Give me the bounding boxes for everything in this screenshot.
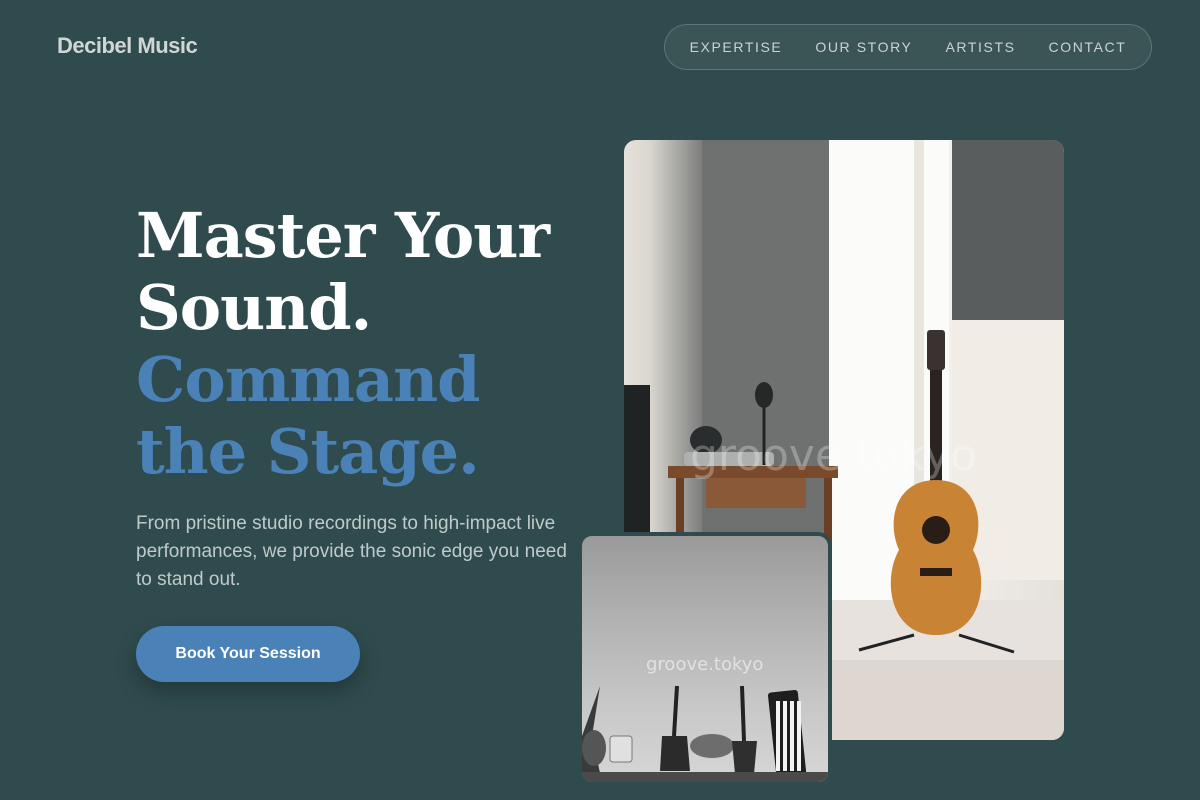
book-session-button[interactable]: Book Your Session	[136, 626, 360, 682]
brand-logo[interactable]: Decibel Music	[57, 33, 198, 59]
hero-headline: Master Your Sound. Command the Stage.	[136, 199, 550, 488]
photo-watermark: groove.tokyo	[690, 430, 978, 481]
instruments-photo: groove.tokyo	[578, 532, 832, 786]
nav-link-artists[interactable]: ARTISTS	[945, 39, 1015, 55]
headline-line-1: Master Your	[136, 199, 550, 272]
headline-line-4: the Stage.	[136, 415, 480, 488]
hero-subtext: From pristine studio recordings to high-…	[136, 513, 567, 590]
headline-line-3: Command	[136, 343, 481, 416]
nav-link-our-story[interactable]: OUR STORY	[815, 39, 912, 55]
nav-link-contact[interactable]: CONTACT	[1049, 39, 1127, 55]
headline-line-2: Sound.	[136, 271, 372, 344]
photo-watermark-small: groove.tokyo	[646, 654, 764, 675]
nav-link-expertise[interactable]: EXPERTISE	[690, 39, 783, 55]
main-nav: EXPERTISE OUR STORY ARTISTS CONTACT	[664, 24, 1152, 70]
